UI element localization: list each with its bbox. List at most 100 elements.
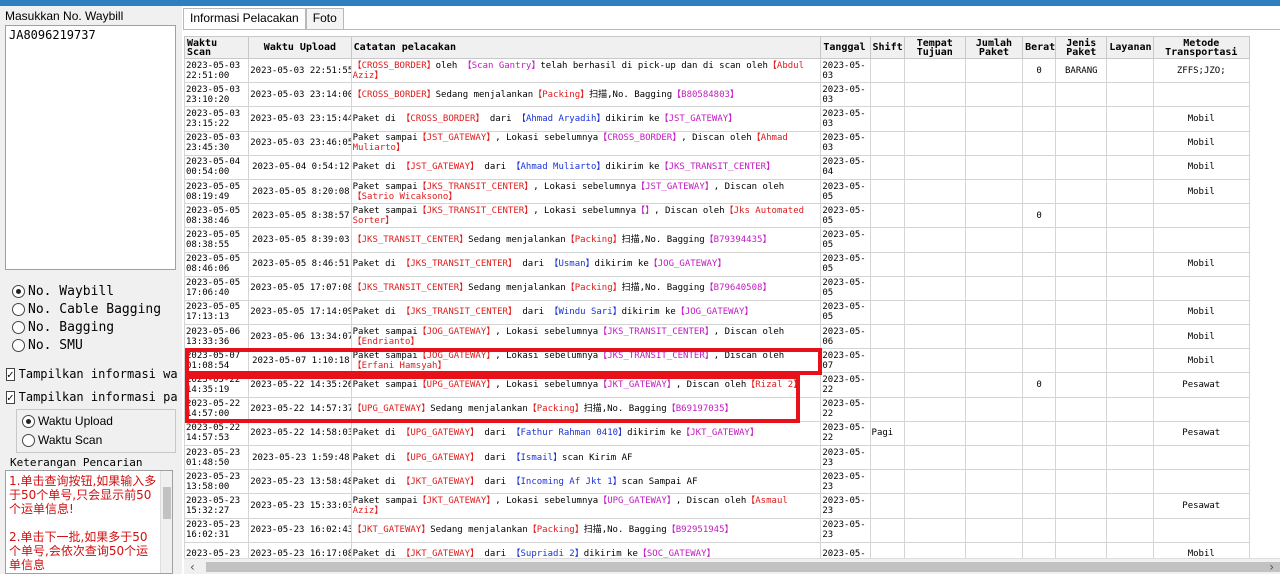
radio-no-waybill[interactable]: No. Waybill: [12, 284, 114, 299]
table-row[interactable]: 2023-05-03 22:51:00 2023-05-03 22:51:55 【C…: [184, 57, 1251, 84]
table-row[interactable]: 2023-05-05 08:19:49 2023-05-05 8:20:08 Pak…: [184, 178, 1251, 205]
cell-waktu-scan: 2023-05-22 14:35:19: [184, 372, 250, 398]
checkbox-show-waybill-info[interactable]: ✓ Tampilkan informasi way: [6, 367, 178, 381]
table-row[interactable]: 2023-05-06 13:33:36 2023-05-06 13:34:07 Pa…: [184, 324, 1251, 350]
cell-waktu-upload: 2023-05-23 16:02:43: [248, 517, 352, 543]
note-segment: , Lokasi sebelumnya: [533, 181, 637, 192]
cell-jumlah-paket: [964, 82, 1024, 108]
table-row[interactable]: 2023-05-05 08:46:06 2023-05-05 8:46:51 Pak…: [184, 251, 1251, 277]
col-tanggal[interactable]: Tanggal: [820, 36, 871, 59]
table-row[interactable]: 2023-05-22 14:35:19 2023-05-22 14:35:26 Pa…: [184, 372, 1251, 398]
keterangan-label: Keterangan Pencarian: [10, 456, 143, 469]
scroll-left-icon[interactable]: ‹: [190, 560, 195, 574]
note-segment: Sedang menjalankan: [430, 404, 528, 415]
horizontal-scrollbar[interactable]: ‹ ›: [184, 558, 1280, 574]
cell-waktu-scan: 2023-05-03 23:10:20: [184, 82, 250, 108]
table-row[interactable]: 2023-05-05 08:38:46 2023-05-05 8:38:57 Pak…: [184, 203, 1251, 229]
cell-shift: [869, 469, 905, 495]
table-row[interactable]: 2023-05-23 01:48:50 2023-05-23 1:59:48 Pak…: [184, 444, 1251, 471]
scrollbar-thumb[interactable]: [163, 487, 171, 519]
checkbox-label: Tampilkan informasi way: [18, 367, 178, 381]
col-berat[interactable]: Berat: [1022, 36, 1057, 59]
note-segment: 【Satrio Wicaksono】: [352, 191, 458, 202]
table-row[interactable]: 2023-05-03 23:15:22 2023-05-03 23:15:44 Pa…: [184, 106, 1251, 132]
cell-berat: 0: [1022, 57, 1057, 84]
col-waktu-upload[interactable]: Waktu Upload: [248, 36, 352, 59]
note-segment: dikirim ke: [594, 259, 649, 270]
scroll-right-icon[interactable]: ›: [1269, 560, 1274, 574]
note-segment: 【B79640508】: [704, 283, 772, 294]
col-shift[interactable]: Shift: [869, 36, 905, 59]
table-row[interactable]: 2023-05-04 00:54:00 2023-05-04 0:54:12 Pak…: [184, 154, 1251, 180]
col-jumlah-paket[interactable]: Jumlah Paket: [964, 36, 1024, 59]
keterangan-textbox[interactable]: 1.单击查询按钮,如果输入多于50个单号,只会显示前50个运单信息! 2.单击下…: [5, 470, 173, 574]
table-row[interactable]: 2023-05-23 15:32:27 2023-05-23 15:33:03 Pa…: [184, 493, 1251, 519]
note-segment: Paket di: [352, 307, 402, 318]
col-tempat-tujuan[interactable]: Tempat Tujuan: [903, 36, 966, 59]
cell-catatan-pelacakan: Paket sampai【JOG_GATEWAY】, Lokasi sebelu…: [350, 324, 822, 350]
cell-waktu-scan: 2023-05-22 14:57:00: [184, 396, 250, 422]
tab-foto[interactable]: Foto: [305, 8, 344, 29]
cell-tanggal: 2023-05-23: [820, 469, 871, 495]
scrollbar-thumb[interactable]: [206, 562, 1280, 572]
note-segment: 【JKS_TRANSIT_CENTER】: [352, 283, 469, 294]
cell-metode-transportasi: [1152, 469, 1251, 495]
note-segment: 【JKT_GATEWAY】: [352, 525, 431, 536]
radio-no-bagging[interactable]: No. Bagging: [12, 320, 114, 335]
cell-tanggal: 2023-05-07: [820, 348, 871, 374]
cell-tempat-tujuan: [903, 493, 966, 519]
note-segment: , Lokasi sebelumnya: [495, 350, 599, 361]
radio-no-cable-bagging[interactable]: No. Cable Bagging: [12, 302, 161, 317]
note-segment: 【JKT_GATEWAY】: [598, 380, 676, 391]
col-metode-transportasi[interactable]: Metode Transportasi: [1152, 36, 1251, 59]
cell-waktu-scan: 2023-05-04 00:54:00: [184, 154, 250, 180]
radio-waktu-upload[interactable]: Waktu Upload: [22, 414, 113, 428]
keterangan-paragraph-2: 2.单击下一批,如果多于50个单号,会依次查询50个运单信息: [9, 530, 149, 572]
note-segment: scan Kirim AF: [562, 452, 633, 463]
note-segment: oleh: [435, 60, 463, 71]
note-segment: 【】: [636, 205, 655, 216]
checkbox-show-package-info[interactable]: ✓ Tampilkan informasi pak: [6, 390, 178, 404]
cell-shift: [869, 396, 905, 422]
table-row[interactable]: 2023-05-03 23:10:20 2023-05-03 23:14:00 【C…: [184, 82, 1251, 108]
waybill-input[interactable]: JA8096219737: [5, 25, 176, 270]
table-row[interactable]: 2023-05-22 14:57:53 2023-05-22 14:58:03 Pa…: [184, 420, 1251, 447]
table-row[interactable]: 2023-05-05 08:38:55 2023-05-05 8:39:03 【JK…: [184, 227, 1251, 253]
keterangan-scrollbar[interactable]: [160, 471, 172, 573]
cell-tempat-tujuan: [903, 178, 966, 205]
cell-waktu-scan: 2023-05-05 08:19:49: [184, 178, 250, 205]
cell-waktu-upload: 2023-05-22 14:57:37: [248, 396, 352, 422]
table-row[interactable]: 2023-05-05 17:13:13 2023-05-05 17:14:09 Pa…: [184, 299, 1251, 326]
table-row[interactable]: 2023-05-23 13:58:00 2023-05-23 13:58:48 Pa…: [184, 469, 1251, 495]
cell-waktu-upload: 2023-05-05 8:38:57: [248, 203, 352, 229]
cell-waktu-upload: 2023-05-22 14:58:03: [248, 420, 352, 447]
cell-metode-transportasi: [1152, 227, 1251, 253]
col-layanan[interactable]: Layanan: [1106, 36, 1154, 59]
cell-catatan-pelacakan: Paket di 【UPG_GATEWAY】 dari 【Ismail】scan…: [350, 444, 822, 471]
tab-informasi-pelacakan[interactable]: Informasi Pelacakan: [183, 8, 306, 30]
col-waktu-scan[interactable]: Waktu Scan: [184, 36, 250, 59]
cell-tempat-tujuan: [903, 324, 966, 350]
keterangan-paragraph-1: 1.单击查询按钮,如果输入多于50个单号,只会显示前50个运单信息!: [9, 474, 157, 516]
cell-waktu-scan: 2023-05-07 01:08:54: [184, 348, 250, 374]
note-segment: , Lokasi sebelumnya: [495, 133, 599, 144]
table-row[interactable]: 2023-05-22 14:57:00 2023-05-22 14:57:37 【U…: [184, 396, 1251, 422]
table-row[interactable]: 2023-05-07 01:08:54 2023-05-07 1:10:18 Pak…: [184, 348, 1251, 374]
radio-waktu-scan[interactable]: Waktu Scan: [22, 433, 102, 447]
col-jenis-paket[interactable]: Jenis Paket: [1055, 36, 1108, 59]
note-segment: dari: [516, 307, 550, 318]
table-row[interactable]: 2023-05-05 17:06:40 2023-05-05 17:07:08 【J…: [184, 275, 1251, 301]
cell-metode-transportasi: [1152, 82, 1251, 108]
note-segment: 【JST_GATEWAY】: [417, 133, 496, 144]
table-row[interactable]: 2023-05-03 23:45:30 2023-05-03 23:46:05 Pa…: [184, 130, 1251, 156]
note-segment: 【Packing】: [527, 525, 584, 536]
cell-layanan: [1106, 517, 1154, 543]
radio-no-smu[interactable]: No. SMU: [12, 338, 83, 353]
note-segment: 【JOG_GATEWAY】: [648, 259, 727, 270]
note-segment: Sedang menjalankan: [468, 283, 566, 294]
note-segment: dikirim ke: [605, 162, 660, 173]
cell-tanggal: 2023-05-23: [820, 517, 871, 543]
table-row[interactable]: 2023-05-23 16:02:31 2023-05-23 16:02:43 【J…: [184, 517, 1251, 543]
cell-shift: [869, 324, 905, 350]
col-catatan-pelacakan[interactable]: Catatan pelacakan: [350, 36, 822, 59]
